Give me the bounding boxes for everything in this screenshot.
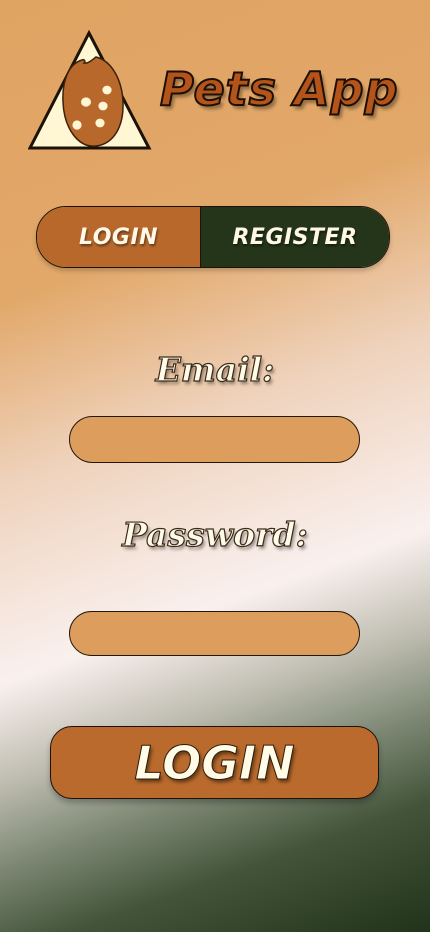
login-button[interactable]: LOGIN [50, 726, 379, 799]
app-title: Pets App [159, 61, 399, 117]
email-label: Email: [155, 349, 275, 389]
password-label: Password: [122, 514, 309, 554]
password-input[interactable] [69, 611, 360, 656]
email-input[interactable] [69, 416, 360, 463]
tab-login[interactable]: LOGIN [37, 207, 201, 267]
app-logo-icon [27, 29, 152, 152]
tab-register[interactable]: REGISTER [201, 207, 389, 267]
auth-tab-switcher: LOGIN REGISTER [36, 206, 390, 268]
